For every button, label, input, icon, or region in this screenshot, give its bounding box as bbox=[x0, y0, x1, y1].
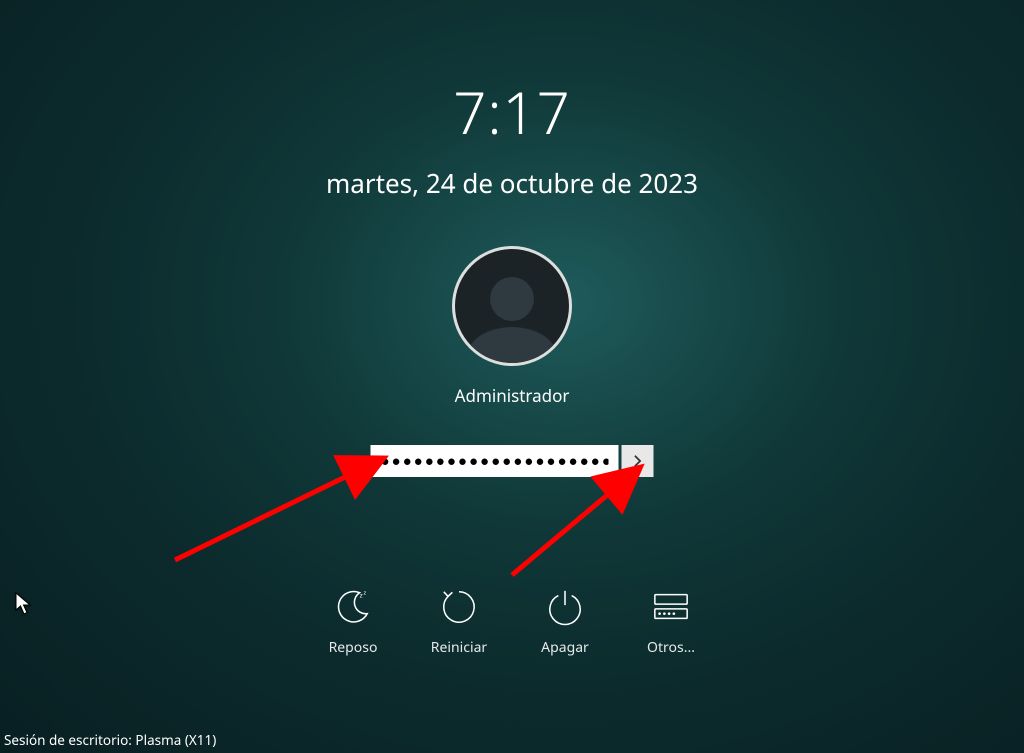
svg-text:z: z bbox=[363, 589, 366, 597]
restart-icon bbox=[438, 586, 480, 628]
shutdown-label: Apagar bbox=[541, 638, 589, 657]
password-input[interactable] bbox=[371, 445, 619, 477]
sleep-button[interactable]: z z Reposo bbox=[314, 586, 392, 657]
power-icon bbox=[544, 586, 586, 628]
other-users-button[interactable]: Otros... bbox=[632, 586, 710, 657]
username-label: Administrador bbox=[0, 384, 1024, 407]
chevron-right-icon bbox=[631, 454, 645, 468]
session-selector[interactable]: Sesión de escritorio: Plasma (X11) bbox=[4, 731, 216, 749]
clock-block: 7:17 martes, 24 de octubre de 2023 bbox=[0, 72, 1024, 201]
password-row bbox=[371, 445, 654, 477]
other-label: Otros... bbox=[647, 638, 695, 657]
power-actions: z z Reposo Reiniciar Apagar bbox=[0, 586, 1024, 657]
clock-date: martes, 24 de octubre de 2023 bbox=[0, 165, 1024, 201]
clock-time: 7:17 bbox=[0, 72, 1024, 151]
moon-icon: z z bbox=[332, 586, 374, 628]
svg-text:z: z bbox=[360, 591, 363, 600]
login-button[interactable] bbox=[622, 445, 654, 477]
user-block: Administrador bbox=[0, 246, 1024, 407]
restart-label: Reiniciar bbox=[431, 638, 487, 657]
annotation-arrow-login bbox=[512, 465, 662, 585]
restart-button[interactable]: Reiniciar bbox=[420, 586, 498, 657]
user-icon bbox=[467, 327, 557, 366]
shutdown-button[interactable]: Apagar bbox=[526, 586, 604, 657]
user-icon bbox=[490, 277, 534, 321]
sleep-label: Reposo bbox=[329, 638, 378, 657]
avatar[interactable] bbox=[452, 246, 572, 366]
list-icon bbox=[650, 586, 692, 628]
